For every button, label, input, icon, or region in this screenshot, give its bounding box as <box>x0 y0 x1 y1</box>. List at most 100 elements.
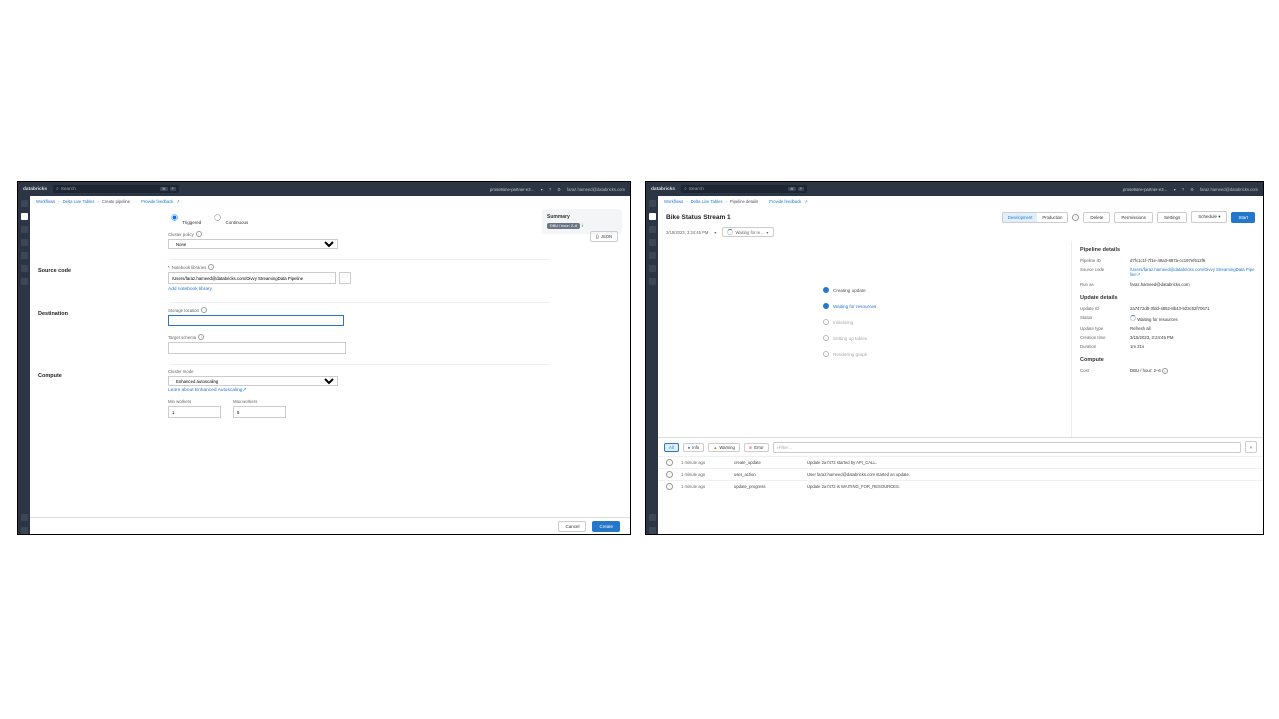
kbd-p: P <box>798 187 804 191</box>
log-row[interactable]: i1 minute agoupdate_progressUpdate 2a747… <box>658 480 1263 492</box>
nav-icon-7[interactable] <box>649 278 656 285</box>
max-workers-input[interactable] <box>233 406 286 418</box>
info-icon[interactable]: i <box>582 224 583 229</box>
pipeline-id-label: Pipeline ID <box>1080 258 1130 263</box>
creation-time-label: Creation time <box>1080 335 1130 340</box>
notebook-libraries-label: Notebook libraries <box>172 265 207 270</box>
log-row[interactable]: i1 minute agocreate_updateUpdate 2a7472 … <box>658 456 1263 468</box>
schedule-button[interactable]: Schedule ▾ <box>1191 211 1227 223</box>
target-schema-input[interactable] <box>168 342 346 354</box>
info-icon[interactable]: i <box>198 334 204 340</box>
nav-icon-6[interactable] <box>649 265 656 272</box>
chevron-down-icon: ▾ <box>541 187 543 192</box>
feedback-link[interactable]: Provide feedback <box>769 199 801 204</box>
log-tab-error[interactable]: ⊘Error <box>744 443 769 452</box>
gear-icon[interactable]: ⚙ <box>1190 187 1194 192</box>
crumb-current: Create pipeline <box>102 199 130 204</box>
nav-icon-3[interactable] <box>21 226 28 233</box>
info-icon: i <box>666 483 673 490</box>
compute-heading: Compute <box>1080 357 1255 363</box>
nav-icon-7[interactable] <box>21 278 28 285</box>
nav-icon-1[interactable] <box>649 200 656 207</box>
json-toggle-button[interactable]: {}JSON <box>590 231 618 242</box>
autoscaling-learn-link[interactable]: Learn about Enhanced Autoscaling↗ <box>168 388 408 393</box>
feedback-link[interactable]: Provide feedback <box>141 199 173 204</box>
user-email[interactable]: faraz.hameed@databricks.com <box>1200 187 1258 192</box>
update-type-value: Refresh all <box>1130 326 1255 331</box>
status-label: Status <box>1080 315 1130 322</box>
log-tab-all[interactable]: All <box>664 443 679 452</box>
storage-location-input[interactable] <box>168 315 344 326</box>
nav-icon-4[interactable] <box>21 239 28 246</box>
event-log: All ●Info ▲Warning ⊘Error ⌕ Filter… × i1… <box>658 437 1263 492</box>
cluster-policy-label: Cluster policy <box>168 232 194 237</box>
gear-icon[interactable]: ⚙ <box>557 187 561 192</box>
min-workers-input[interactable] <box>168 406 221 418</box>
create-button[interactable]: Create <box>592 521 620 532</box>
crumb-current: Pipeline details <box>730 199 758 204</box>
development-tab[interactable]: Development <box>1003 213 1038 222</box>
folder-picker-icon[interactable]: 🗀 <box>339 272 351 284</box>
account-switcher[interactable]: prose8one-partner-e3… <box>490 187 535 192</box>
help-icon[interactable]: ? <box>1182 187 1184 192</box>
settings-button[interactable]: Settings <box>1157 212 1187 223</box>
account-switcher[interactable]: prose8one-partner-e3… <box>1123 187 1168 192</box>
notebook-path-input[interactable] <box>168 272 336 284</box>
crumb-workflows[interactable]: Workflows <box>664 199 683 204</box>
cluster-policy-select[interactable]: None <box>168 239 338 249</box>
user-email[interactable]: faraz.hameed@databricks.com <box>567 187 625 192</box>
permissions-button[interactable]: Permissions <box>1114 212 1153 223</box>
info-icon[interactable]: i <box>1072 214 1079 221</box>
crumb-dlt[interactable]: Delta Live Tables <box>691 199 723 204</box>
pipeline-details-heading: Pipeline details <box>1080 247 1255 253</box>
info-icon[interactable]: i <box>196 231 202 237</box>
close-log-button[interactable]: × <box>1245 441 1257 453</box>
nav-icon-2[interactable] <box>649 213 656 220</box>
storage-location-label: Storage location <box>168 308 199 313</box>
stage-creating: Creating update <box>823 287 876 293</box>
nav-icon-3[interactable] <box>649 226 656 233</box>
pipeline-title: Bike Status Stream 1 <box>666 214 731 221</box>
triggered-radio[interactable]: Triggered <box>168 211 201 225</box>
summary-title: Summary <box>547 214 617 220</box>
log-row[interactable]: i1 minute agouser_actionUser faraz.hamee… <box>658 468 1263 480</box>
nav-icon-1[interactable] <box>21 200 28 207</box>
breadcrumb: Workflows› Delta Live Tables› Create pip… <box>30 196 630 207</box>
breadcrumb: Workflows› Delta Live Tables› Pipeline d… <box>658 196 1263 207</box>
chevron-down-icon: ▾ <box>1174 187 1176 192</box>
compute-heading: Compute <box>38 369 168 418</box>
source-code-link[interactable]: /Users/faraz.hameed@databricks.com/Divvy… <box>1130 267 1255 278</box>
add-notebook-link[interactable]: Add notebook library <box>168 287 408 292</box>
delete-button[interactable]: Delete <box>1083 212 1110 223</box>
cluster-mode-select[interactable]: Enhanced autoscaling <box>168 376 338 386</box>
nav-icon-bottom-2[interactable] <box>21 527 28 534</box>
crumb-workflows[interactable]: Workflows <box>36 199 55 204</box>
mode-segmented[interactable]: Development Production <box>1002 212 1069 223</box>
nav-icon-5[interactable] <box>649 252 656 259</box>
info-icon: i <box>666 459 673 466</box>
nav-icon-bottom-1[interactable] <box>21 514 28 521</box>
status-pill[interactable]: Waiting for re…▾ <box>722 227 773 237</box>
nav-icon-2[interactable] <box>21 213 28 220</box>
log-filter-input[interactable]: ⌕ Filter… <box>773 442 1241 453</box>
info-icon[interactable]: i <box>208 264 214 270</box>
continuous-radio[interactable]: Continuous <box>211 211 248 225</box>
nav-icon-bottom-1[interactable] <box>649 514 656 521</box>
log-tab-info[interactable]: ●Info <box>683 443 705 452</box>
nav-icon-6[interactable] <box>21 265 28 272</box>
search-input[interactable]: ⌕ Search ⌘P <box>681 185 807 193</box>
nav-icon-bottom-2[interactable] <box>649 527 656 534</box>
nav-icon-5[interactable] <box>21 252 28 259</box>
search-input[interactable]: ⌕ Search ⌘P <box>53 185 179 193</box>
run-as-label: Run as <box>1080 282 1130 287</box>
update-id-label: Update ID <box>1080 306 1130 311</box>
cancel-button[interactable]: Cancel <box>558 521 586 532</box>
help-icon[interactable]: ? <box>549 187 551 192</box>
nav-icon-4[interactable] <box>649 239 656 246</box>
crumb-dlt[interactable]: Delta Live Tables <box>63 199 95 204</box>
info-icon: i <box>666 471 673 478</box>
start-button[interactable]: Start <box>1231 212 1255 223</box>
production-tab[interactable]: Production <box>1037 213 1067 222</box>
info-icon[interactable]: i <box>201 307 207 313</box>
log-tab-warning[interactable]: ▲Warning <box>708 443 740 452</box>
